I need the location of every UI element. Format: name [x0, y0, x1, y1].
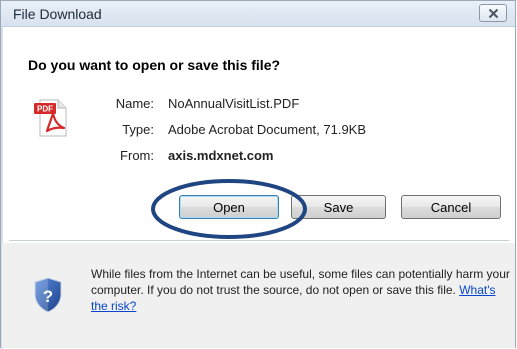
- file-download-dialog: File Download Do you want to open or sav…: [0, 0, 516, 349]
- open-button[interactable]: Open: [179, 195, 279, 219]
- close-button[interactable]: [479, 4, 507, 22]
- cancel-button[interactable]: Cancel: [401, 195, 501, 219]
- shield-question-icon: ?: [34, 277, 62, 313]
- divider: [9, 240, 509, 241]
- file-source-value: axis.mdxnet.com: [168, 148, 274, 163]
- save-button[interactable]: Save: [291, 195, 386, 219]
- svg-text:?: ?: [43, 287, 53, 306]
- type-label: Type:: [122, 122, 154, 137]
- pdf-file-icon: PDF: [34, 99, 67, 137]
- from-label: From:: [120, 148, 154, 163]
- file-name-value: NoAnnualVisitList.PDF: [168, 96, 300, 111]
- security-warning: While files from the Internet can be use…: [91, 266, 511, 314]
- warning-text: While files from the Internet can be use…: [91, 267, 510, 297]
- title-bar: File Download: [1, 1, 515, 27]
- window-title: File Download: [13, 6, 102, 22]
- close-icon: [488, 8, 499, 19]
- name-label: Name:: [115, 96, 154, 111]
- file-type-value: Adobe Acrobat Document, 71.9KB: [168, 122, 367, 137]
- dialog-question: Do you want to open or save this file?: [28, 57, 281, 73]
- pdf-icon-label: PDF: [37, 105, 53, 114]
